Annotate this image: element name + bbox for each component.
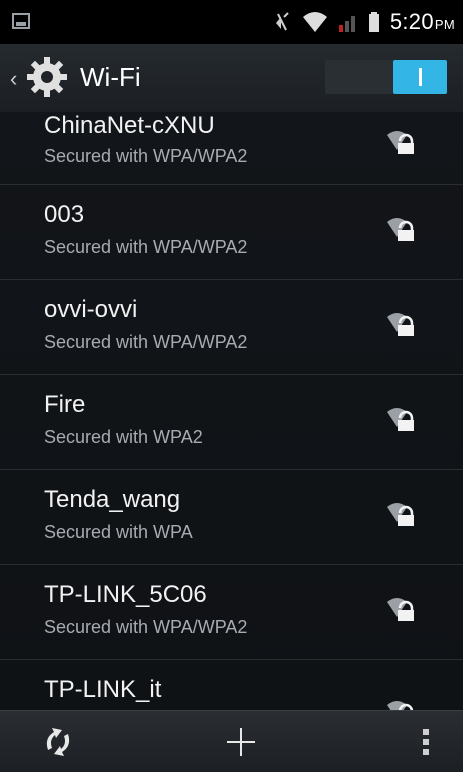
wifi-lock-icon (387, 701, 414, 710)
action-bar: ‹ Wi-Fi (0, 44, 463, 113)
wifi-toggle-thumb[interactable] (393, 60, 447, 94)
wifi-lock-icon (387, 131, 414, 154)
network-ssid: ChinaNet-cXNU (44, 112, 215, 139)
network-ssid: 003 (44, 201, 85, 228)
settings-gear-icon[interactable] (24, 54, 70, 100)
wps-refresh-icon (46, 728, 70, 756)
network-security: Secured with WPA/WPA2 (44, 332, 248, 352)
wifi-lock-icon (387, 313, 414, 336)
wifi-lock-icon (387, 503, 414, 526)
network-ssid: Fire (44, 391, 86, 418)
navigate-up-icon[interactable]: ‹ (10, 66, 17, 92)
add-network-button[interactable] (219, 721, 263, 763)
network-row[interactable]: Tenda_wang Secured with WPA (0, 470, 463, 565)
status-icons: 5:20PM (272, 8, 455, 36)
overflow-menu-icon (423, 729, 429, 755)
network-row[interactable]: TP-LINK_5C06 Secured with WPA/WPA2 (0, 565, 463, 660)
network-security: Secured with WPA/WPA2 (44, 617, 248, 637)
wps-refresh-button[interactable] (36, 721, 80, 763)
network-security: Secured with WPA (44, 522, 193, 542)
signal-icon (338, 16, 355, 32)
overflow-menu-button[interactable] (414, 721, 438, 763)
clock-time: 5:20 (389, 9, 434, 34)
network-row[interactable]: TP-LINK_it (0, 660, 463, 710)
wifi-icon (302, 12, 327, 32)
network-ssid: ovvi-ovvi (44, 296, 138, 323)
clock-ampm: PM (434, 17, 455, 32)
network-security: Secured with WPA2 (44, 427, 203, 447)
status-bar: 5:20PM (0, 0, 463, 44)
mute-icon (275, 12, 289, 31)
network-row[interactable]: ChinaNet-cXNU Secured with WPA/WPA2 (0, 112, 463, 185)
clock: 5:20PM (390, 9, 455, 35)
network-row[interactable]: ovvi-ovvi Secured with WPA/WPA2 (0, 280, 463, 375)
network-security: Secured with WPA/WPA2 (44, 146, 248, 166)
network-row[interactable]: 003 Secured with WPA/WPA2 (0, 185, 463, 280)
network-security: Secured with WPA/WPA2 (44, 237, 248, 257)
add-network-icon (227, 728, 255, 756)
network-row[interactable]: Fire Secured with WPA2 (0, 375, 463, 470)
screenshot-icon (12, 13, 30, 29)
network-ssid: TP-LINK_it (44, 676, 162, 703)
network-ssid: Tenda_wang (44, 486, 181, 513)
network-ssid: TP-LINK_5C06 (44, 581, 207, 608)
battery-icon (368, 12, 379, 32)
page-title: Wi-Fi (80, 62, 141, 92)
bottom-action-bar (0, 710, 463, 772)
wifi-lock-icon (387, 408, 414, 431)
network-list[interactable]: ChinaNet-cXNU Secured with WPA/WPA2 003 … (0, 112, 463, 710)
toggle-on-mark (419, 68, 422, 86)
wifi-lock-icon (387, 598, 414, 621)
wifi-lock-icon (387, 218, 414, 241)
